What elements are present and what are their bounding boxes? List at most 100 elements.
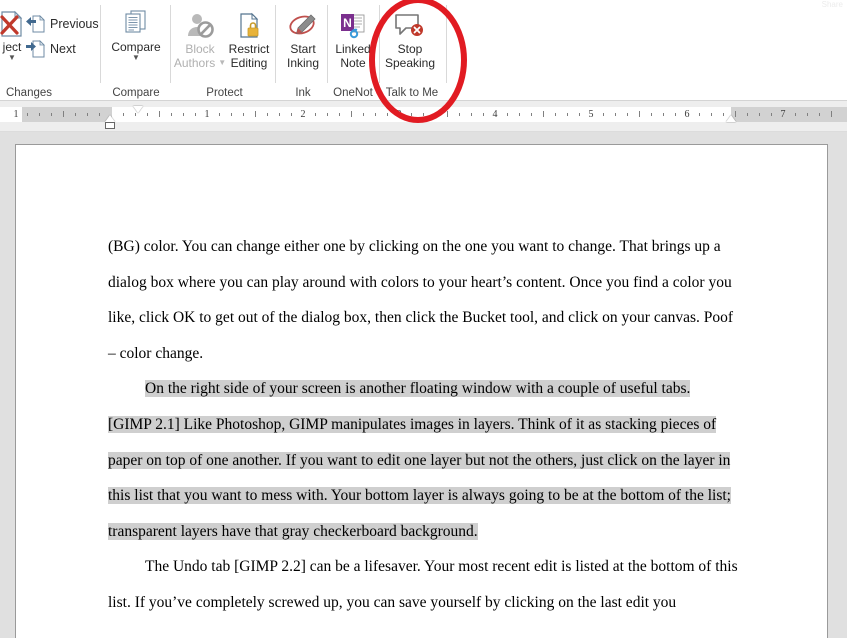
group-separator-5 (379, 5, 380, 83)
ribbon-group-label-protect: Protect (206, 87, 243, 99)
ruler-tick-minor (327, 113, 328, 116)
ruler-number-6: 6 (684, 109, 690, 120)
ruler-tick-minor (459, 113, 460, 116)
group-separator-4 (327, 5, 328, 83)
restrict-editing-button[interactable]: Restrict Editing (224, 10, 274, 70)
start-inking-button[interactable]: Start Inking (280, 10, 326, 70)
ruler-tick-minor (147, 113, 148, 116)
ruler-tick-minor (675, 113, 676, 116)
ruler-tick-minor (387, 113, 388, 116)
ruler-tick-minor (231, 113, 232, 116)
ruler-tick-minor (615, 113, 616, 116)
ruler-tick-minor (279, 113, 280, 116)
group-separator-1 (100, 5, 101, 83)
ruler-tick-minor (663, 113, 664, 116)
ruler-tick-minor (435, 113, 436, 116)
ruler-number-2: 2 (300, 109, 306, 120)
ruler-tick-minor (723, 113, 724, 116)
restrict-editing-label-2: Editing (230, 56, 268, 70)
ruler-tick-minor (771, 113, 772, 116)
ribbon-group-label-ink: Ink (295, 87, 311, 99)
linked-notes-label-1: Linked (335, 42, 371, 56)
ruler-tick-minor (819, 113, 820, 116)
ruler-tick-minor (519, 113, 520, 116)
ruler-tick-major (543, 111, 544, 117)
ruler-tick-minor (51, 113, 52, 116)
ribbon-group-label-compare: Compare (112, 87, 160, 99)
ruler-tick-minor (27, 113, 28, 116)
ruler-number-3: 3 (396, 109, 402, 120)
ruler-tick-minor (483, 113, 484, 116)
reject-button-label: ject (2, 40, 22, 54)
ruler-tick-minor (603, 113, 604, 116)
reject-caret-icon[interactable]: ▼ (8, 54, 16, 62)
paragraph-3[interactable]: The Undo tab [GIMP 2.2] can be a lifesav… (108, 549, 738, 620)
right-indent-marker[interactable] (726, 115, 736, 122)
ruler-tick-minor (363, 113, 364, 116)
document-body[interactable]: (BG) color. You can change either one by… (108, 229, 738, 621)
ruler-tick-minor (711, 113, 712, 116)
ruler-right-margin-zone[interactable] (731, 107, 847, 122)
previous-change-icon (25, 15, 45, 33)
next-change-button[interactable]: Next (25, 40, 76, 58)
compare-button-label: Compare (111, 40, 161, 54)
ruler-tick-minor (651, 113, 652, 116)
ruler-tick-minor (267, 113, 268, 116)
ruler-tick-minor (555, 113, 556, 116)
ruler-tick-minor (699, 113, 700, 116)
ruler-tick-minor (183, 113, 184, 116)
ribbon-group-label-changes: Changes (5, 87, 53, 99)
stop-speaking-icon (393, 10, 427, 42)
paragraph-2-highlight[interactable]: On the right side of your screen is anot… (108, 380, 731, 540)
group-separator-6 (446, 5, 447, 83)
ruler-tick-major (447, 111, 448, 117)
horizontal-ruler[interactable]: 1 1 2 3 4 5 6 7 (0, 101, 847, 132)
stop-speaking-button[interactable]: Stop Speaking (382, 10, 438, 70)
hanging-indent-marker[interactable] (105, 115, 115, 122)
stop-speaking-label-1: Stop (397, 42, 423, 56)
ruler-tick-minor (195, 113, 196, 116)
ruler-tick-minor (507, 113, 508, 116)
next-change-icon (25, 40, 45, 58)
ruler-tick-major (159, 111, 160, 117)
stop-speaking-label-2: Speaking (384, 56, 436, 70)
start-inking-label-2: Inking (286, 56, 320, 70)
ruler-tick-minor (747, 113, 748, 116)
ruler-tick-major (63, 111, 64, 117)
ruler-tick-minor (219, 113, 220, 116)
document-canvas[interactable]: (BG) color. You can change either one by… (0, 132, 847, 638)
ribbon-group-label-onenote: OneNot (333, 87, 373, 99)
ruler-tick-major (831, 111, 832, 117)
ruler-tick-minor (315, 113, 316, 116)
ruler-tick-minor (807, 113, 808, 116)
ruler-tick-major (351, 111, 352, 117)
previous-change-button[interactable]: Previous (25, 15, 99, 33)
previous-change-label: Previous (50, 17, 99, 31)
ruler-number-4: 4 (492, 109, 498, 120)
ruler-tick-minor (795, 113, 796, 116)
first-line-indent-marker[interactable] (133, 106, 143, 113)
ruler-tick-minor (531, 113, 532, 116)
compare-caret-icon[interactable]: ▼ (132, 54, 140, 62)
ruler-number-0: 1 (13, 109, 19, 120)
ruler-tick-major (255, 111, 256, 117)
restrict-editing-icon (234, 10, 264, 42)
ruler-tick-minor (171, 113, 172, 116)
compare-button[interactable]: Compare ▼ (106, 8, 166, 62)
ruler-tick-minor (99, 113, 100, 116)
ruler-tick-minor (39, 113, 40, 116)
left-indent-marker[interactable] (105, 122, 115, 129)
ruler-tick-minor (123, 113, 124, 116)
linked-notes-button[interactable]: N Linked Note (330, 10, 376, 70)
ruler-tick-minor (567, 113, 568, 116)
onenote-linked-notes-icon: N (338, 10, 368, 42)
document-page[interactable]: (BG) color. You can change either one by… (15, 144, 828, 638)
ruler-tick-minor (291, 113, 292, 116)
paragraph-2[interactable]: On the right side of your screen is anot… (108, 371, 738, 549)
compare-documents-icon (120, 8, 152, 40)
svg-text:N: N (343, 16, 352, 30)
block-authors-button[interactable]: Block Authors ▼ (174, 10, 226, 70)
group-separator-3 (275, 5, 276, 83)
paragraph-1[interactable]: (BG) color. You can change either one by… (108, 229, 738, 371)
block-authors-icon (184, 10, 216, 42)
